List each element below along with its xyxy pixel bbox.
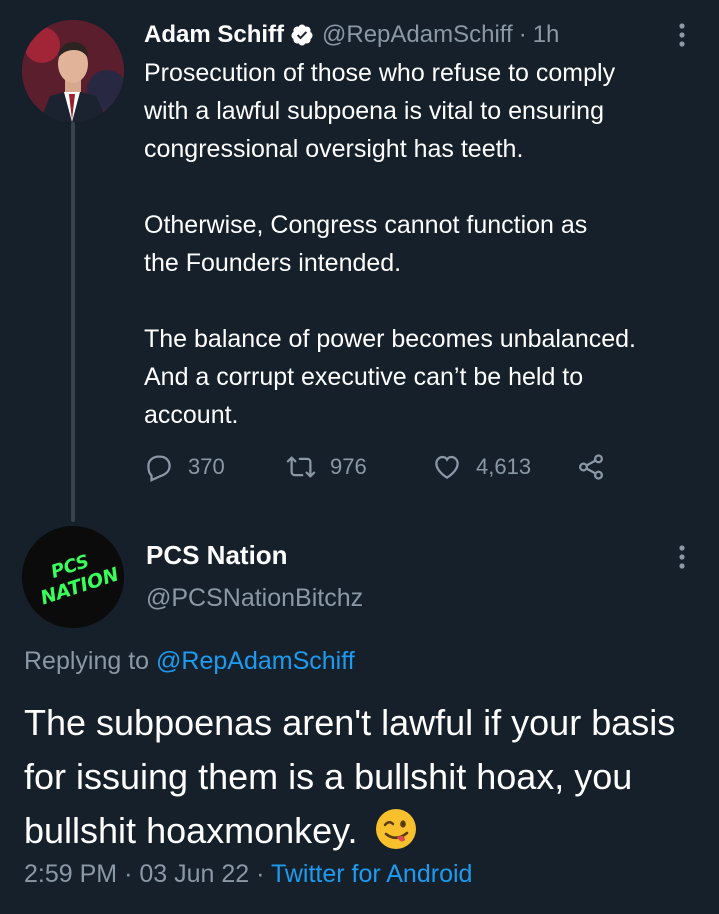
tweet-paragraph-1: Prosecution of those who refuse to compl… <box>144 59 616 163</box>
replying-to-label: Replying to <box>24 647 150 675</box>
retweet-icon <box>286 456 316 478</box>
tweet-paragraph-2: Otherwise, Congress cannot function as t… <box>144 211 588 277</box>
retweet-count: 976 <box>330 454 367 479</box>
tweet-action-bar: 370 976 4,613 <box>144 448 606 486</box>
tweet-body: Prosecution of those who refuse to compl… <box>144 54 709 434</box>
replying-to-line: Replying to @RepAdamSchiff <box>24 647 355 676</box>
winking-face-with-tongue-emoji <box>375 809 416 849</box>
more-options-icon[interactable] <box>672 18 692 52</box>
reply-date[interactable]: 03 Jun 22 <box>139 860 249 888</box>
verified-badge-icon <box>291 24 313 46</box>
tweet-source-link[interactable]: Twitter for Android <box>271 860 472 888</box>
meta-separator-1: · <box>124 860 133 888</box>
reply-button[interactable]: 370 <box>144 452 286 482</box>
reply-count: 370 <box>188 454 225 479</box>
author-name[interactable]: Adam Schiff <box>144 21 284 49</box>
meta-separator-2: · <box>256 860 265 888</box>
like-icon <box>435 455 459 479</box>
reply-author-name[interactable]: PCS Nation <box>146 540 288 571</box>
thread-connector-line <box>71 122 75 522</box>
reply-body: The subpoenas aren't lawful if your basi… <box>24 696 704 858</box>
share-button[interactable] <box>576 452 606 482</box>
adam-schiff-avatar[interactable] <box>22 20 124 122</box>
share-icon <box>578 454 604 480</box>
reply-time[interactable]: 2:59 PM <box>24 860 117 888</box>
reply-more-options-icon[interactable] <box>672 540 692 574</box>
like-button[interactable]: 4,613 <box>432 452 576 482</box>
reply-metadata: 2:59 PM · 03 Jun 22 · Twitter for Androi… <box>24 860 472 889</box>
reply-author-handle[interactable]: @PCSNationBitchz <box>146 584 363 613</box>
tweet-paragraph-3: The balance of power becomes unbalanced.… <box>144 325 636 429</box>
replying-to-handle-link[interactable]: @RepAdamSchiff <box>156 647 355 675</box>
like-count: 4,613 <box>476 454 532 479</box>
pcs-nation-avatar[interactable]: PCS NATION <box>22 526 124 628</box>
author-handle[interactable]: @RepAdamSchiff <box>322 21 513 49</box>
retweet-button[interactable]: 976 <box>286 452 432 482</box>
tweet-timestamp[interactable]: 1h <box>533 21 560 49</box>
reply-icon <box>147 455 171 482</box>
header-separator: · <box>518 21 527 48</box>
reply-text: The subpoenas aren't lawful if your basi… <box>24 702 676 851</box>
